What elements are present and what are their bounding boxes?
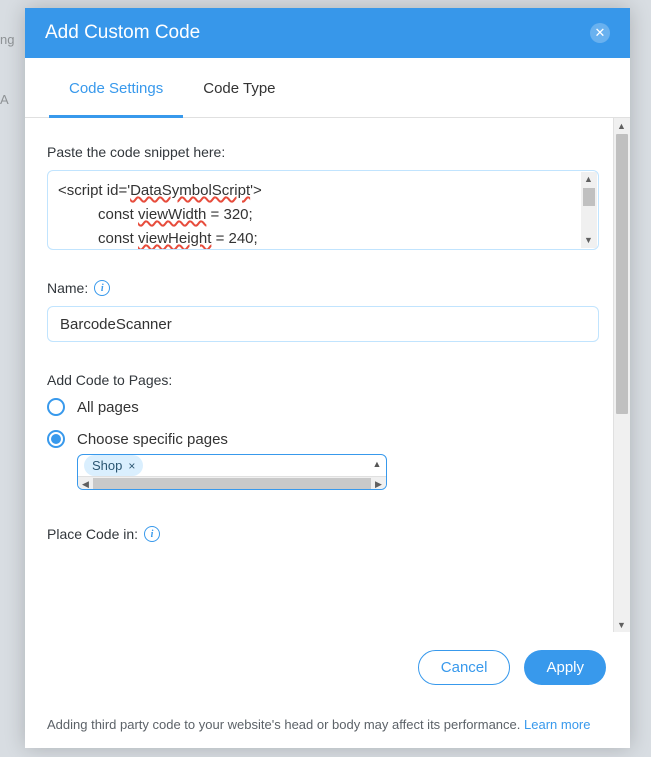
hscroll-thumb[interactable]	[93, 478, 371, 491]
modal-header: Add Custom Code ✕	[25, 8, 630, 58]
modal-footer: Cancel Apply	[25, 632, 630, 703]
code-line-3: const viewHeight = 240;	[58, 227, 588, 250]
close-icon: ✕	[595, 25, 606, 41]
info-icon[interactable]: i	[94, 280, 110, 296]
body-scrollbar[interactable]: ▲ ▼	[613, 118, 630, 632]
name-section: Name: i	[47, 280, 591, 342]
tab-bar: Code Settings Code Type	[25, 58, 630, 118]
chevron-up-icon[interactable]: ▲	[370, 457, 384, 471]
scroll-down-icon[interactable]: ▼	[614, 617, 629, 632]
place-code-section: Place Code in: i	[47, 526, 591, 542]
cancel-button[interactable]: Cancel	[418, 650, 511, 685]
radio-all-pages[interactable]	[47, 398, 65, 416]
bg-fragment: A	[0, 92, 9, 107]
footer-note: Adding third party code to your website'…	[25, 703, 630, 748]
name-input[interactable]	[47, 306, 599, 342]
radio-specific-pages[interactable]	[47, 430, 65, 448]
close-button[interactable]: ✕	[590, 23, 610, 43]
pages-tag-select[interactable]: Shop × ▲ ◀ ▶	[77, 454, 387, 490]
code-snippet-section: Paste the code snippet here: <script id=…	[47, 144, 591, 250]
modal-body: Paste the code snippet here: <script id=…	[25, 118, 613, 632]
code-line-1: <script id='DataSymbolScript'>	[58, 179, 588, 203]
scroll-right-icon[interactable]: ▶	[371, 477, 386, 490]
name-label: Name: i	[47, 280, 591, 296]
add-custom-code-modal: Add Custom Code ✕ Code Settings Code Typ…	[25, 8, 630, 748]
code-snippet-input[interactable]: <script id='DataSymbolScript'> const vie…	[47, 170, 599, 250]
add-to-pages-section: Add Code to Pages: All pages Choose spec…	[47, 372, 591, 490]
scroll-up-icon[interactable]: ▲	[614, 118, 629, 133]
radio-all-pages-row[interactable]: All pages	[47, 398, 591, 416]
scroll-down-icon[interactable]: ▼	[581, 233, 596, 248]
code-line-2: const viewWidth = 320;	[58, 203, 588, 227]
tag-hscrollbar[interactable]: ◀ ▶	[78, 476, 386, 490]
place-code-label: Place Code in: i	[47, 526, 591, 542]
bg-fragment: ng	[0, 32, 14, 47]
learn-more-link[interactable]: Learn more	[524, 717, 590, 732]
scroll-up-icon[interactable]: ▲	[581, 172, 596, 187]
page-tag: Shop ×	[84, 455, 143, 476]
radio-all-pages-label: All pages	[77, 399, 139, 416]
scroll-left-icon[interactable]: ◀	[78, 477, 93, 490]
code-scrollbar[interactable]: ▲ ▼	[581, 172, 597, 248]
scroll-thumb[interactable]	[616, 134, 628, 414]
code-snippet-label: Paste the code snippet here:	[47, 144, 591, 160]
tab-code-settings[interactable]: Code Settings	[49, 58, 183, 118]
remove-tag-icon[interactable]: ×	[128, 459, 135, 473]
radio-specific-pages-row[interactable]: Choose specific pages	[47, 430, 591, 448]
apply-button[interactable]: Apply	[524, 650, 606, 685]
scroll-thumb[interactable]	[583, 188, 595, 206]
tab-code-type[interactable]: Code Type	[183, 58, 295, 118]
page-tag-label: Shop	[92, 458, 122, 473]
modal-title: Add Custom Code	[45, 22, 200, 44]
add-to-pages-label: Add Code to Pages:	[47, 372, 591, 388]
radio-specific-pages-label: Choose specific pages	[77, 431, 228, 448]
info-icon[interactable]: i	[144, 526, 160, 542]
